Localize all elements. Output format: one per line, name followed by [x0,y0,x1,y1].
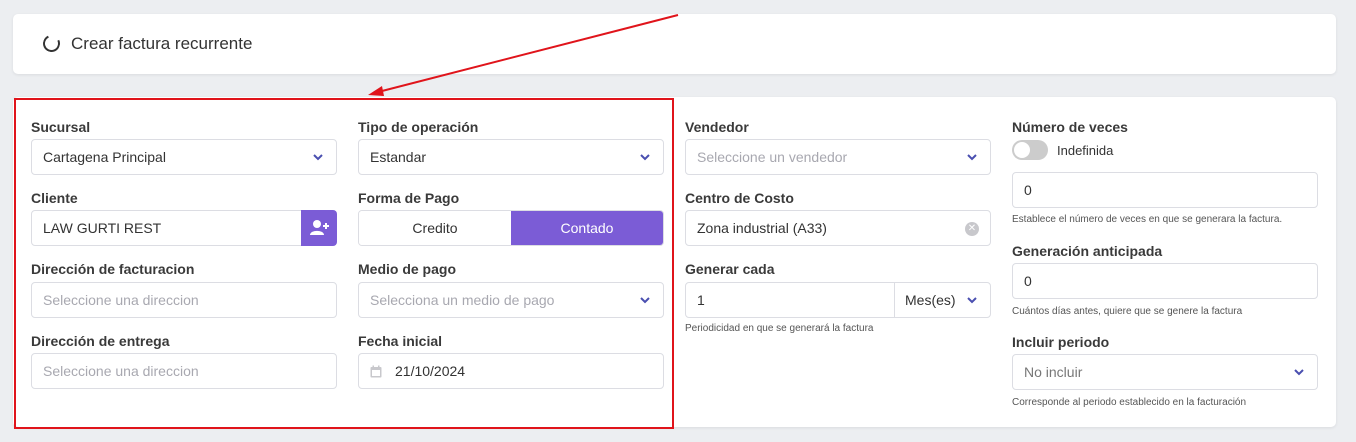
numero-veces-help: Establece el número de veces en que se g… [1012,214,1283,225]
incluir-periodo-help: Corresponde al periodo establecido en la… [1012,397,1247,408]
tipo-operacion-select[interactable]: Estandar [358,139,664,175]
clear-icon[interactable]: ✕ [965,222,979,236]
incluir-periodo-label: Incluir periodo [1012,334,1110,350]
generacion-anticipada-label: Generación anticipada [1012,243,1163,259]
direccion-facturacion-select[interactable]: Seleccione una direccion [31,282,337,318]
numero-veces-input[interactable]: 0 [1012,172,1318,208]
fecha-inicial-input[interactable]: 21/10/2024 [358,353,664,389]
generacion-anticipada-help: Cuántos días antes, quiere que se genere… [1012,306,1243,317]
generar-cada-unit: Mes(es) [905,292,956,308]
numero-veces-value: 0 [1024,182,1032,198]
sucursal-select[interactable]: Cartagena Principal [31,139,337,175]
calendar-icon [370,365,382,378]
centro-costo-select[interactable]: Zona industrial (A33) ✕ [685,210,991,246]
centro-costo-label: Centro de Costo [685,190,794,206]
direccion-entrega-label: Dirección de entrega [31,333,170,349]
direccion-entrega-placeholder: Seleccione una direccion [43,363,199,379]
generar-cada-value: 1 [697,292,705,308]
cliente-label: Cliente [31,190,78,206]
vendedor-placeholder: Seleccione un vendedor [697,149,848,165]
cliente-input[interactable]: LAW GURTI REST [31,210,302,246]
page-header: Crear factura recurrente [13,14,1336,74]
cliente-value: LAW GURTI REST [43,220,162,236]
chevron-down-icon [1294,369,1304,376]
chevron-down-icon [640,297,650,304]
generar-cada-unit-select[interactable]: Mes(es) [894,282,991,318]
spinner-icon [40,32,63,55]
direccion-entrega-select[interactable]: Seleccione una direccion [31,353,337,389]
forma-pago-toggle[interactable]: Credito Contado [358,210,664,246]
indefinida-toggle[interactable] [1012,140,1048,160]
forma-pago-option-contado[interactable]: Contado [511,211,663,245]
chevron-down-icon [313,154,323,161]
vendedor-label: Vendedor [685,119,749,135]
medio-pago-placeholder: Selecciona un medio de pago [370,292,555,308]
fecha-inicial-value: 21/10/2024 [395,363,466,379]
generar-cada-input[interactable]: 1 [685,282,895,318]
medio-pago-label: Medio de pago [358,261,456,277]
generacion-anticipada-value: 0 [1024,273,1032,289]
sucursal-value: Cartagena Principal [43,149,166,165]
indefinida-label: Indefinida [1057,143,1114,158]
forma-pago-label: Forma de Pago [358,190,460,206]
generacion-anticipada-input[interactable]: 0 [1012,263,1318,299]
incluir-periodo-value: No incluir [1024,364,1083,380]
chevron-down-icon [967,154,977,161]
generar-cada-help: Periodicidad en que se generará la factu… [685,323,874,334]
tipo-operacion-value: Estandar [370,149,427,165]
fecha-inicial-label: Fecha inicial [358,333,443,349]
chevron-down-icon [640,154,650,161]
numero-veces-label: Número de veces [1012,119,1128,135]
chevron-down-icon [967,297,977,304]
add-user-icon [310,220,329,235]
direccion-facturacion-placeholder: Seleccione una direccion [43,292,199,308]
page-title: Crear factura recurrente [71,34,253,53]
tipo-operacion-label: Tipo de operación [358,119,479,135]
generar-cada-label: Generar cada [685,261,775,277]
direccion-facturacion-label: Dirección de facturacion [31,261,195,277]
add-client-button[interactable] [301,210,337,246]
medio-pago-select[interactable]: Selecciona un medio de pago [358,282,664,318]
vendedor-select[interactable]: Seleccione un vendedor [685,139,991,175]
centro-costo-value: Zona industrial (A33) [697,220,827,236]
forma-pago-option-credito[interactable]: Credito [359,211,511,245]
incluir-periodo-select[interactable]: No incluir [1012,354,1318,390]
sucursal-label: Sucursal [31,119,91,135]
